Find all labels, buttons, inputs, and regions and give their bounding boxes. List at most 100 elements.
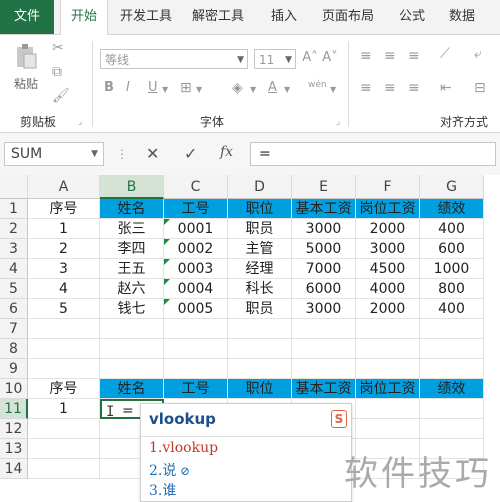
chevron-down-icon[interactable]: ▼ <box>91 143 98 165</box>
column-header-e[interactable]: E <box>292 175 356 199</box>
cell-b2[interactable]: 张三 <box>100 219 164 239</box>
cell-a2[interactable]: 1 <box>28 219 100 239</box>
dialog-launcher-icon[interactable]: ⌟ <box>78 115 82 129</box>
indent-decrease-icon[interactable]: ⇤ <box>440 81 452 95</box>
cell-f2[interactable]: 2000 <box>356 219 420 239</box>
cell-f12[interactable] <box>356 419 420 439</box>
cell-e9[interactable] <box>292 359 356 379</box>
cell-d5[interactable]: 科长 <box>228 279 292 299</box>
row-header-4[interactable]: 4 <box>0 259 28 279</box>
cell-a9[interactable] <box>28 359 100 379</box>
column-header-c[interactable]: C <box>164 175 228 199</box>
align-bottom-icon[interactable]: ≡ <box>408 49 420 63</box>
cell-g2[interactable]: 400 <box>420 219 484 239</box>
cell-d1[interactable]: 职位 <box>228 199 292 219</box>
cell-g4[interactable]: 1000 <box>420 259 484 279</box>
row-header-8[interactable]: 8 <box>0 339 28 359</box>
row-header-10[interactable]: 10 <box>0 379 28 399</box>
cell-c10[interactable]: 工号 <box>164 379 228 399</box>
error-indicator-icon[interactable] <box>164 259 170 265</box>
italic-icon[interactable]: I <box>126 81 130 95</box>
copy-icon[interactable]: ⧉ <box>52 65 62 79</box>
align-middle-icon[interactable]: ≡ <box>384 49 396 63</box>
cell-c2[interactable]: 0001 <box>164 219 228 239</box>
column-header-b[interactable]: B <box>100 175 164 199</box>
error-indicator-icon[interactable] <box>164 279 170 285</box>
cell-f6[interactable]: 2000 <box>356 299 420 319</box>
cell-b3[interactable]: 李四 <box>100 239 164 259</box>
insert-function-icon[interactable]: fx <box>220 144 233 160</box>
cell-b5[interactable]: 赵六 <box>100 279 164 299</box>
tab-insert[interactable]: 插入 <box>262 0 306 34</box>
bold-icon[interactable]: B <box>104 81 114 95</box>
dialog-launcher-icon[interactable]: ⌟ <box>336 115 340 129</box>
cell-f5[interactable]: 4000 <box>356 279 420 299</box>
cell-a5[interactable]: 4 <box>28 279 100 299</box>
cell-e7[interactable] <box>292 319 356 339</box>
cell-f4[interactable]: 4500 <box>356 259 420 279</box>
cell-g6[interactable]: 400 <box>420 299 484 319</box>
cell-c1[interactable]: 工号 <box>164 199 228 219</box>
cell-c5[interactable]: 0004 <box>164 279 228 299</box>
cell-d10[interactable]: 职位 <box>228 379 292 399</box>
cell-a8[interactable] <box>28 339 100 359</box>
row-header-7[interactable]: 7 <box>0 319 28 339</box>
row-header-6[interactable]: 6 <box>0 299 28 319</box>
cell-e6[interactable]: 3000 <box>292 299 356 319</box>
cell-g12[interactable] <box>420 419 484 439</box>
font-shrink-icon[interactable]: A˅ <box>322 51 338 65</box>
formula-input[interactable]: = <box>250 142 496 166</box>
cell-f10[interactable]: 岗位工资 <box>356 379 420 399</box>
cell-d4[interactable]: 经理 <box>228 259 292 279</box>
underline-icon[interactable]: U <box>148 81 158 95</box>
cell-c4[interactable]: 0003 <box>164 259 228 279</box>
row-header-11[interactable]: 11 <box>0 399 28 419</box>
cell-g9[interactable] <box>420 359 484 379</box>
phonetic-icon[interactable]: wén <box>308 78 327 92</box>
error-indicator-icon[interactable] <box>164 219 170 225</box>
cell-e5[interactable]: 6000 <box>292 279 356 299</box>
cell-b10[interactable]: 姓名 <box>100 379 164 399</box>
tab-decrypt-tools[interactable]: 解密工具 <box>186 0 250 34</box>
name-box[interactable]: SUM ▼ <box>4 142 104 166</box>
cell-b7[interactable] <box>100 319 164 339</box>
paste-icon[interactable] <box>14 43 38 69</box>
cell-f9[interactable] <box>356 359 420 379</box>
chevron-down-icon[interactable]: ▼ <box>250 83 256 97</box>
paste-label[interactable]: 粘贴 <box>14 75 38 92</box>
select-all-corner[interactable] <box>0 175 28 199</box>
align-center-icon[interactable]: ≡ <box>384 81 396 95</box>
cell-e2[interactable]: 3000 <box>292 219 356 239</box>
row-header-9[interactable]: 9 <box>0 359 28 379</box>
cell-f11[interactable] <box>356 399 420 419</box>
cell-g10[interactable]: 绩效 <box>420 379 484 399</box>
cell-a7[interactable] <box>28 319 100 339</box>
cell-d3[interactable]: 主管 <box>228 239 292 259</box>
cell-g7[interactable] <box>420 319 484 339</box>
font-color-icon[interactable]: A <box>268 81 277 95</box>
row-header-3[interactable]: 3 <box>0 239 28 259</box>
tab-home[interactable]: 开始 <box>60 0 108 35</box>
cell-c6[interactable]: 0005 <box>164 299 228 319</box>
cell-c7[interactable] <box>164 319 228 339</box>
align-left-icon[interactable]: ≡ <box>360 81 372 95</box>
cell-d2[interactable]: 职员 <box>228 219 292 239</box>
cell-f1[interactable]: 岗位工资 <box>356 199 420 219</box>
cell-d6[interactable]: 职员 <box>228 299 292 319</box>
wrap-text-icon[interactable]: ⤶ <box>474 47 482 61</box>
cell-c3[interactable]: 0002 <box>164 239 228 259</box>
cell-b9[interactable] <box>100 359 164 379</box>
row-header-1[interactable]: 1 <box>0 199 28 219</box>
ime-candidate-2[interactable]: 2.说 ⊘ <box>149 460 190 480</box>
cell-a10[interactable]: 序号 <box>28 379 100 399</box>
cell-c9[interactable] <box>164 359 228 379</box>
row-header-14[interactable]: 14 <box>0 459 28 479</box>
cell-a4[interactable]: 3 <box>28 259 100 279</box>
cell-d8[interactable] <box>228 339 292 359</box>
ime-candidate-1[interactable]: 1.vlookup <box>149 440 218 456</box>
fill-color-icon[interactable]: ◈ <box>232 81 243 95</box>
cell-e4[interactable]: 7000 <box>292 259 356 279</box>
align-top-icon[interactable]: ≡ <box>360 49 372 63</box>
cell-a12[interactable] <box>28 419 100 439</box>
enter-icon[interactable]: ✓ <box>184 144 197 163</box>
